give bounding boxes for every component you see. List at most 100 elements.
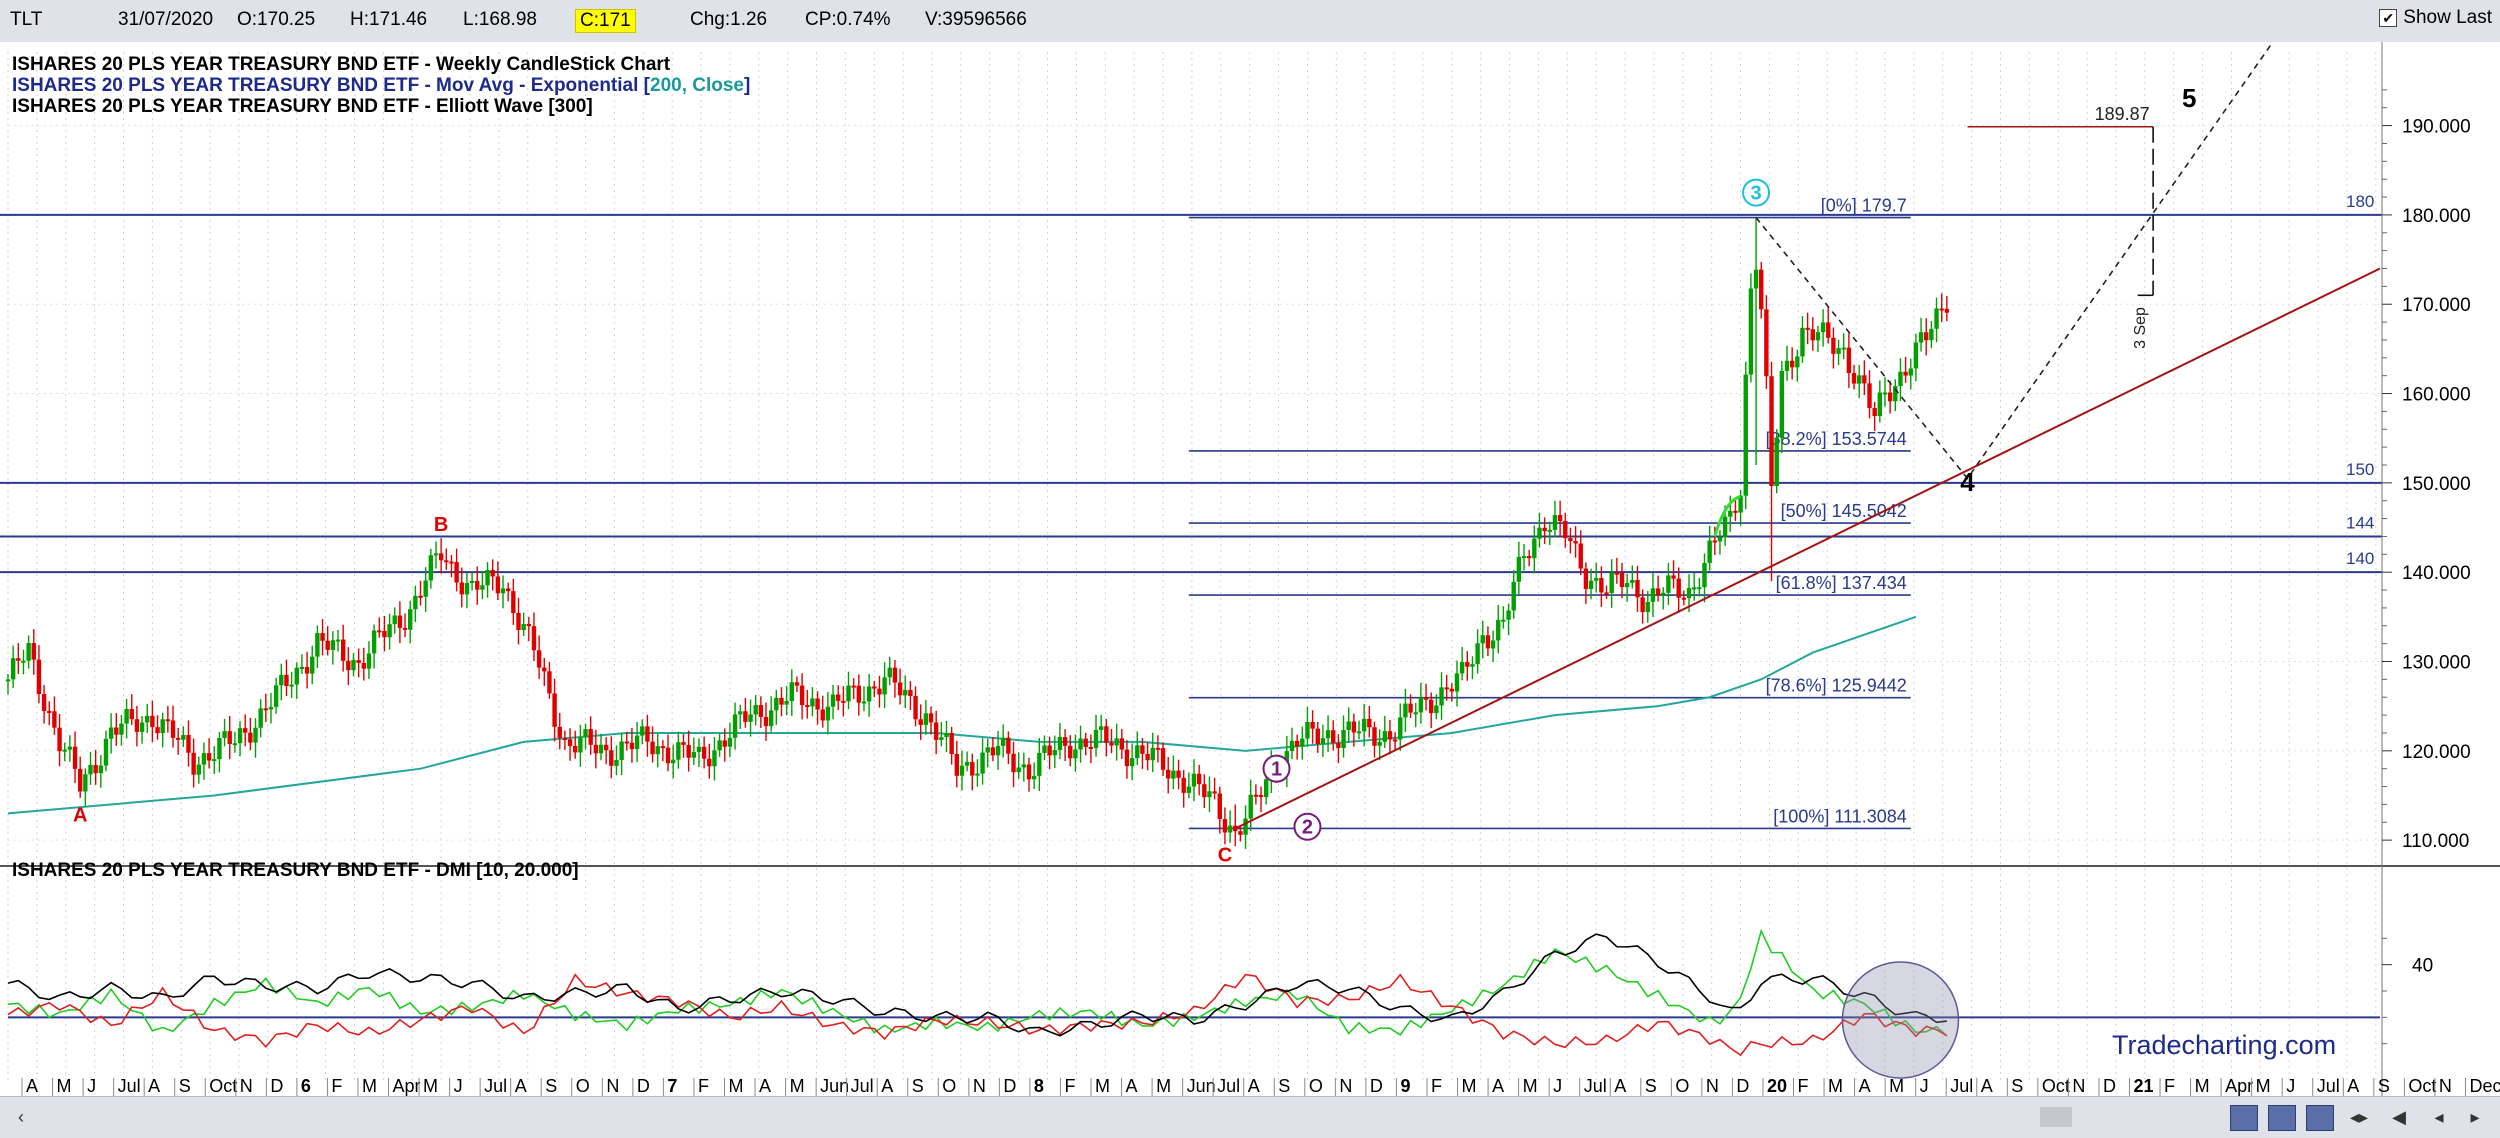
candle-body: [1769, 376, 1774, 487]
candle-body: [222, 731, 227, 738]
candle-body: [1594, 578, 1599, 581]
candle-body: [310, 656, 315, 674]
candle-body: [686, 744, 691, 758]
candle-body: [970, 761, 975, 776]
x-tick-label: M: [57, 1076, 72, 1096]
candle-body: [475, 580, 480, 590]
candle-body: [743, 711, 748, 722]
show-last-checkbox[interactable]: ✔: [2379, 9, 2398, 27]
x-tick-label: M: [728, 1076, 743, 1096]
candle-body: [918, 719, 923, 725]
scroll-left-button[interactable]: ‹: [8, 1105, 34, 1129]
candle-body: [1212, 791, 1217, 794]
candle-body: [366, 653, 372, 669]
x-tick-label: J: [2286, 1076, 2295, 1096]
high-value: H:171.46: [350, 9, 428, 30]
horizontal-level-label: 144: [2346, 513, 2374, 532]
candle-body: [691, 751, 697, 758]
candle-body: [16, 658, 21, 661]
candle-body: [727, 737, 733, 747]
candle-body: [1532, 538, 1537, 559]
candle-body: [346, 660, 351, 671]
candle-body: [985, 747, 990, 753]
candle-body: [108, 727, 114, 739]
x-tick-label: F: [331, 1076, 342, 1096]
x-tick-label: A: [1981, 1076, 1993, 1096]
candle-body: [794, 682, 800, 686]
candle-body: [1784, 360, 1790, 371]
show-last-toggle[interactable]: ✔ Show Last: [2379, 7, 2492, 29]
x-tick-label: F: [2164, 1076, 2175, 1096]
candle-body: [1372, 727, 1377, 746]
candle-body: [640, 726, 645, 736]
fib-level-label: [78.6%] 125.9442: [1766, 676, 1907, 696]
candle-body: [557, 726, 562, 738]
candle-body: [609, 750, 614, 766]
x-tick-label: Oct: [209, 1076, 237, 1096]
scroll-thumb[interactable]: [2040, 1107, 2072, 1127]
chart-area[interactable]: 180150144140[0%] 179.7[38.2%] 153.5744[5…: [0, 42, 2500, 1096]
candle-body: [748, 714, 753, 722]
zoom-in-icon[interactable]: [2230, 1105, 2258, 1131]
candle-body: [505, 588, 511, 592]
candle-body: [1320, 738, 1326, 745]
candle-body: [1145, 753, 1150, 761]
prev-icon[interactable]: ◂: [2426, 1105, 2452, 1129]
expand-icon[interactable]: ◂▸: [2346, 1105, 2372, 1129]
candle-body: [1196, 773, 1202, 785]
open-value: O:170.25: [237, 9, 316, 30]
candle-body: [1387, 731, 1393, 740]
fib-level-label: [50%] 145.5042: [1781, 501, 1907, 521]
candle-body: [1222, 819, 1228, 833]
candle-body: [1042, 745, 1047, 753]
candle-body: [722, 740, 727, 747]
candle-body: [511, 591, 516, 614]
candle: [1748, 273, 1754, 383]
candle-body: [1037, 752, 1042, 776]
candle-body: [1666, 575, 1671, 593]
candle-body: [933, 722, 939, 740]
candle-body: [83, 774, 88, 792]
x-tick-label: Jul: [1584, 1076, 1607, 1096]
candle-body: [1351, 721, 1357, 733]
candle-body: [1413, 712, 1418, 715]
wave-label-a: A: [73, 804, 87, 826]
candle-body: [1913, 342, 1919, 369]
candle-body: [1661, 592, 1666, 596]
candle-body: [696, 746, 702, 752]
candle-body: [165, 719, 171, 722]
candle-body: [232, 743, 238, 746]
candle-body: [114, 727, 119, 735]
next-icon[interactable]: ▸: [2462, 1105, 2488, 1129]
candle-body: [1810, 329, 1815, 341]
x-tick-label: D: [1736, 1076, 1749, 1096]
x-tick-label: M: [790, 1076, 805, 1096]
fit-icon[interactable]: [2306, 1105, 2334, 1131]
candle-body: [1429, 699, 1434, 714]
low-value: L:168.98: [463, 9, 537, 30]
candle-body: [227, 731, 232, 745]
first-icon[interactable]: ◀: [2386, 1105, 2412, 1129]
legend-candlestick: ISHARES 20 PLS YEAR TREASURY BND ETF - W…: [12, 54, 671, 75]
candle-body: [1511, 581, 1516, 611]
candle-body: [21, 660, 26, 663]
zoom-out-icon[interactable]: [2268, 1105, 2296, 1131]
x-tick-label: F: [1064, 1076, 1075, 1096]
x-tick-label: Jun: [1187, 1076, 1216, 1096]
candle-body: [454, 562, 459, 583]
watermark: Tradecharting.com: [2112, 1030, 2336, 1060]
candle-body: [279, 674, 284, 686]
price-tick-label: 140.000: [2402, 563, 2471, 584]
x-tick-label: 21: [2133, 1076, 2153, 1096]
candle-body: [1377, 741, 1382, 746]
candle-body: [1341, 729, 1346, 749]
candle-body: [191, 752, 196, 775]
candle-body: [1815, 332, 1821, 341]
candle-body: [356, 660, 361, 663]
candle-body: [1547, 529, 1552, 532]
candle-body: [1918, 332, 1924, 343]
candle-body: [1336, 743, 1341, 749]
candle-body: [1021, 764, 1027, 768]
scrollbar[interactable]: ‹ ◂▸ ◀ ◂ ▸: [0, 1096, 2500, 1138]
candle-body: [1552, 515, 1558, 530]
